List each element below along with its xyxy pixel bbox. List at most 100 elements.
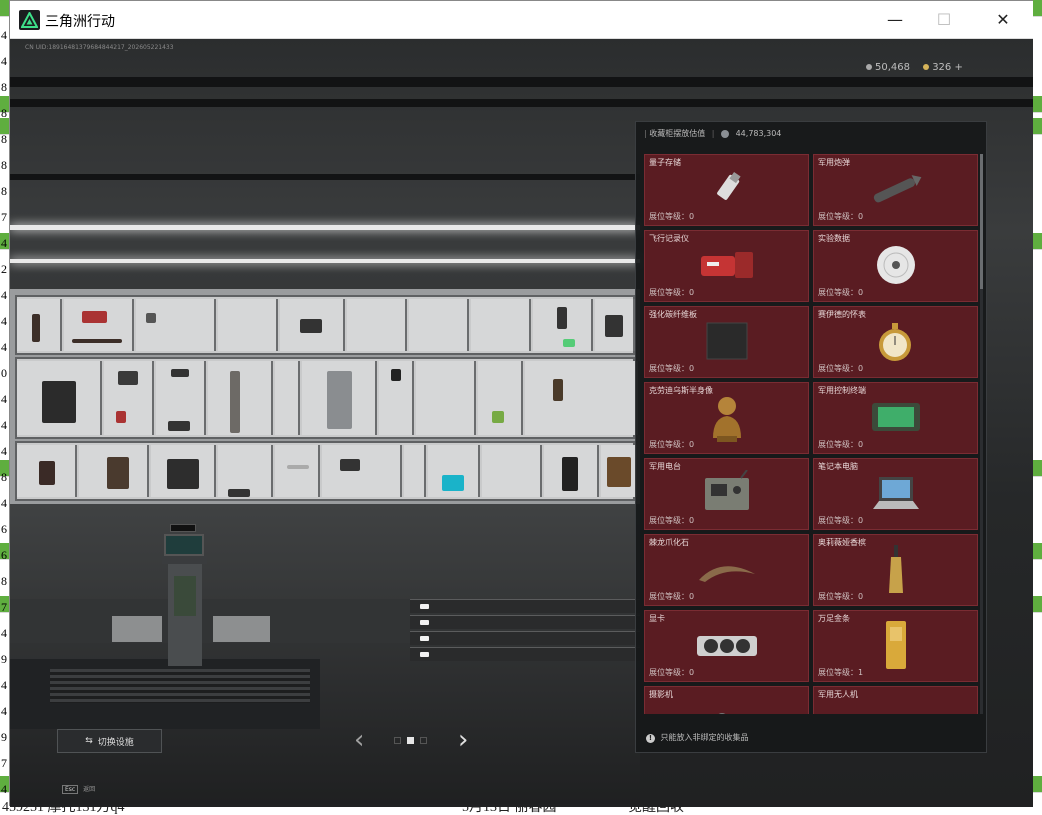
flight-recorder-icon (697, 248, 757, 286)
item-name: 棘龙爪化石 (649, 538, 689, 547)
sheet-row-number: 6 (1, 522, 7, 536)
page-dot[interactable] (394, 737, 401, 744)
sheet-row-number: 4 (1, 340, 7, 354)
collection-terminal[interactable] (162, 524, 207, 669)
item-name: 强化碳纤维板 (649, 310, 697, 319)
stairs (410, 599, 640, 669)
item-name: 笔记本电脑 (818, 462, 858, 471)
page-dot-active[interactable] (407, 737, 414, 744)
item-name: 赛伊德的怀表 (818, 310, 866, 319)
collection-card[interactable]: 赛伊德的怀表 展位等级：0 (813, 306, 978, 378)
collection-card[interactable]: 奥莉薇娅香槟 展位等级：0 (813, 534, 978, 606)
collection-card[interactable]: 量子存储展位等级：0 (644, 154, 809, 226)
switch-facility-button[interactable]: ⇆ 切换设施 (57, 729, 162, 753)
collection-card[interactable]: 棘龙爪化石展位等级：0 (644, 534, 809, 606)
coin-icon (721, 129, 730, 138)
sheet-row-number: 4 (1, 392, 7, 406)
maximize-button[interactable]: ☐ (921, 1, 967, 38)
sheet-row-number: 8 (1, 80, 7, 94)
scrollbar-thumb[interactable] (980, 154, 983, 289)
item-level: 展位等级：0 (818, 440, 864, 449)
title-bar[interactable]: 三角洲行动 — ☐ ✕ (10, 1, 1033, 39)
drone-icon (871, 709, 921, 714)
claw-fossil-icon (695, 554, 759, 588)
game-viewport[interactable]: CN UID:18916481379684844217_202605221433… (10, 39, 1033, 807)
minimize-button[interactable]: — (872, 1, 918, 38)
collection-card[interactable]: 显卡 展位等级：0 (644, 610, 809, 682)
collection-cabinet[interactable] (10, 289, 640, 504)
usb-drive-icon (707, 169, 747, 213)
prev-arrow-icon[interactable]: ‹ (354, 727, 364, 753)
sheet-row-number: 4 (1, 496, 7, 510)
collection-card[interactable]: 克劳迪乌斯半身像 展位等级：0 (644, 382, 809, 454)
collection-card[interactable]: 强化碳纤维板 展位等级：0 (644, 306, 809, 378)
sheet-row-number: 4 (1, 54, 7, 68)
control-terminal-icon (868, 399, 924, 439)
panel-header: | 收藏柜摆放估值 | 44,783,304 (644, 129, 782, 138)
ceiling-light (10, 225, 640, 230)
uid-label: CN UID:18916481379684844217_202605221433 (25, 44, 174, 51)
sheet-row-number: 8 (1, 184, 7, 198)
collection-card[interactable]: 军用炮弹 展位等级：0 (813, 154, 978, 226)
item-name: 飞行记录仪 (649, 234, 689, 243)
currency-b[interactable]: 326 + (923, 62, 963, 73)
floor-grate (50, 669, 310, 703)
collection-card[interactable]: 军用控制终端 展位等级：0 (813, 382, 978, 454)
cabinet-shelf (15, 295, 635, 355)
item-name: 军用电台 (649, 462, 681, 471)
valuation-value: 44,783,304 (735, 129, 782, 138)
bust-icon (707, 392, 747, 446)
collection-card[interactable]: 军用电台展位等级：0 (644, 458, 809, 530)
item-level: 展位等级：0 (818, 212, 864, 221)
collection-grid[interactable]: 量子存储 展位等级：0 军用炮弹 展位等级：0 飞行记录仪 展位等级：0 实验数据 展位等级：… (644, 154, 978, 714)
panel-scrollbar[interactable] (980, 154, 983, 714)
coin-icon (866, 64, 872, 70)
sheet-row-number: 4 (1, 28, 7, 42)
item-level: 展位等级：0 (649, 516, 695, 525)
coupon-icon (923, 64, 930, 70)
item-name: 克劳迪乌斯半身像 (649, 386, 713, 395)
item-level: 展位等级：0 (818, 288, 864, 297)
champagne-icon (886, 543, 906, 599)
item-level: 展位等级：0 (818, 364, 864, 373)
item-name: 实验数据 (818, 234, 850, 243)
item-name: 军用控制终端 (818, 386, 866, 395)
delta-force-logo-icon (19, 10, 40, 30)
item-level: 展位等级：0 (818, 516, 864, 525)
radio-icon (699, 469, 755, 520)
cabinet-shelf (15, 441, 637, 501)
item-level: 展位等级：0 (649, 592, 695, 601)
item-level: 展位等级：0 (649, 668, 695, 677)
item-name: 军用无人机 (818, 690, 858, 699)
item-level: 展位等级：0 (649, 440, 695, 449)
item-name: 奥莉薇娅香槟 (818, 538, 866, 547)
item-level: 展位等级：0 (818, 592, 864, 601)
collection-card[interactable]: 军用无人机 (813, 686, 978, 714)
currency-bar: 50,468 326 + (866, 62, 973, 73)
sheet-row-number: 4 (1, 288, 7, 302)
disc-icon (874, 243, 918, 291)
sheet-row-number: 8 (1, 470, 7, 484)
sheet-row-number: 2 (1, 262, 7, 276)
item-level: 展位等级：0 (649, 364, 695, 373)
collection-card[interactable]: 万足金条 展位等级：1 (813, 610, 978, 682)
camera-icon (702, 709, 752, 714)
collection-card[interactable]: 飞行记录仪 展位等级：0 (644, 230, 809, 302)
sheet-row-number: 4 (1, 626, 7, 640)
item-level: 展位等级：0 (649, 212, 695, 221)
collection-card[interactable]: 实验数据展位等级：0 (813, 230, 978, 302)
item-name: 量子存储 (649, 158, 681, 167)
ceiling-beam (10, 174, 640, 180)
ceiling-light (10, 259, 640, 263)
cabinet-shelf (15, 357, 640, 439)
collection-card[interactable]: 笔记本电脑展位等级：0 (813, 458, 978, 530)
collection-card[interactable]: 摄影机 (644, 686, 809, 714)
sheet-row-number: 4 (1, 444, 7, 458)
page-dot[interactable] (420, 737, 427, 744)
warning-panel (112, 616, 162, 642)
close-button[interactable]: ✕ (980, 1, 1026, 38)
sheet-row-number: 0 (1, 366, 7, 380)
esc-hint[interactable]: Esc 返回 (62, 784, 95, 794)
switch-label: 切换设施 (97, 737, 134, 748)
next-arrow-icon[interactable]: › (458, 727, 468, 753)
